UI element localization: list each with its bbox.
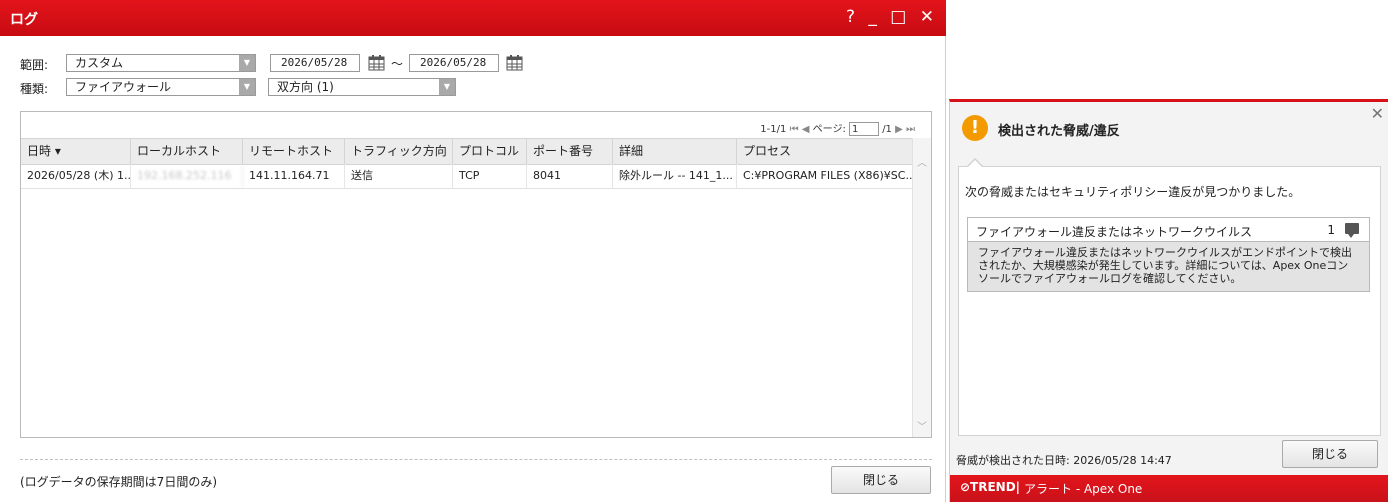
cell-protocol: TCP — [453, 164, 527, 188]
cell-remote-host: 141.11.164.71 — [243, 164, 345, 188]
type-select-value: ファイアウォール — [75, 80, 172, 94]
range-select-value: カスタム — [75, 56, 124, 70]
threat-name: ファイアウォール違反またはネットワークウイルス — [976, 225, 1253, 239]
table-header: 日時 ▾ ローカルホスト リモートホスト トラフィック方向 プロトコル ポート番… — [21, 138, 913, 165]
calendar-icon[interactable] — [368, 55, 385, 71]
table-row[interactable]: 2026/05/28 (木) 1... 192.168.252.116 141.… — [21, 164, 913, 189]
threat-description: ファイアウォール違反またはネットワークウイルスがエンドポイントで検出されたか、大… — [968, 242, 1369, 291]
date-to-field[interactable]: 2026/05/28 — [409, 54, 499, 72]
date-from-field[interactable]: 2026/05/28 — [270, 54, 360, 72]
threat-header[interactable]: ファイアウォール違反またはネットワークウイルス 1 — [968, 218, 1369, 242]
cell-details: 除外ルール -- 141_1... — [613, 164, 737, 188]
log-close-button[interactable]: 閉じる — [831, 466, 931, 494]
alert-popup: ! 検出された脅威/違反 ✕ 次の脅威またはセキュリティポリシー違反が見つかりま… — [949, 99, 1388, 502]
threat-count: 1 — [1327, 223, 1335, 237]
close-icon[interactable]: ✕ — [1371, 104, 1384, 123]
date-separator: ～ — [391, 57, 404, 71]
scroll-down-icon[interactable]: ﹀ — [917, 418, 927, 433]
cell-traffic-direction: 送信 — [345, 164, 453, 188]
column-header-protocol[interactable]: プロトコル — [453, 139, 527, 164]
pager-range: 1-1/1 — [760, 124, 787, 135]
log-titlebar: ログ ? _ □ ✕ — [0, 0, 946, 36]
warning-icon: ! — [962, 115, 988, 141]
detected-time: 脅威が検出された日時: 2026/05/28 14:47 — [956, 454, 1172, 467]
range-select[interactable]: カスタム ▼ — [66, 54, 256, 72]
next-page-icon[interactable]: ▶ — [895, 124, 903, 135]
alert-intro: 次の脅威またはセキュリティポリシー違反が見つかりました。 — [965, 185, 1301, 199]
column-header-traffic-direction[interactable]: トラフィック方向 — [345, 139, 453, 164]
footer-title: アラート - Apex One — [1024, 482, 1143, 496]
scroll-up-icon[interactable]: ︿ — [917, 154, 927, 169]
calendar-icon[interactable] — [506, 55, 523, 71]
cell-datetime: 2026/05/28 (木) 1... — [21, 164, 131, 188]
last-page-icon[interactable]: ⏭ — [906, 124, 915, 135]
page-label: ページ: — [812, 124, 846, 135]
pagination: 1-1/1 ⏮ ◀ ページ: 1 /1 ▶ ⏭ — [760, 120, 915, 136]
alert-title: 検出された脅威/違反 — [998, 124, 1120, 139]
page-total: /1 — [882, 124, 892, 135]
trend-logo: ⊘TREND| — [960, 480, 1021, 494]
column-header-datetime[interactable]: 日時 ▾ — [21, 139, 131, 164]
threat-item: ファイアウォール違反またはネットワークウイルス 1 ファイアウォール違反またはネ… — [967, 217, 1370, 292]
alert-footer: ⊘TREND| アラート - Apex One — [950, 475, 1388, 502]
column-header-process[interactable]: プロセス — [737, 139, 913, 164]
first-page-icon[interactable]: ⏮ — [790, 124, 799, 135]
column-header-remote-host[interactable]: リモートホスト — [243, 139, 345, 164]
page-input[interactable]: 1 — [849, 122, 879, 136]
comment-icon[interactable] — [1345, 223, 1359, 238]
range-label: 範囲: — [20, 58, 49, 72]
panel-notch-inner — [967, 160, 983, 168]
column-header-details[interactable]: 詳細 — [613, 139, 737, 164]
window-controls[interactable]: ? _ □ ✕ — [846, 7, 938, 27]
vertical-scrollbar[interactable]: ︿ ﹀ — [912, 138, 931, 437]
prev-page-icon[interactable]: ◀ — [802, 124, 810, 135]
chevron-down-icon[interactable]: ▼ — [239, 55, 255, 71]
column-header-port[interactable]: ポート番号 — [527, 139, 613, 164]
divider — [20, 459, 932, 460]
alert-panel: 次の脅威またはセキュリティポリシー違反が見つかりました。 ファイアウォール違反ま… — [958, 166, 1381, 436]
cell-local-host: 192.168.252.116 — [131, 164, 243, 188]
column-header-local-host[interactable]: ローカルホスト — [131, 139, 243, 164]
direction-select[interactable]: 双方向 (1) ▼ — [268, 78, 456, 96]
alert-close-button[interactable]: 閉じる — [1282, 440, 1378, 468]
type-select[interactable]: ファイアウォール ▼ — [66, 78, 256, 96]
log-window: ログ ? _ □ ✕ 範囲: カスタム ▼ 2026/05/28 ～ 2026/… — [0, 0, 946, 502]
retention-note: (ログデータの保存期間は7日間のみ) — [20, 475, 217, 489]
direction-select-value: 双方向 (1) — [277, 80, 334, 94]
chevron-down-icon[interactable]: ▼ — [239, 79, 255, 95]
type-label: 種類: — [20, 82, 49, 96]
cell-port: 8041 — [527, 164, 613, 188]
chevron-down-icon[interactable]: ▼ — [439, 79, 455, 95]
log-table: 1-1/1 ⏮ ◀ ページ: 1 /1 ▶ ⏭ 日時 ▾ ローカルホスト リモー… — [20, 111, 932, 438]
cell-process: C:¥PROGRAM FILES (X86)¥SC... — [743, 169, 913, 182]
log-window-title: ログ — [10, 12, 38, 28]
